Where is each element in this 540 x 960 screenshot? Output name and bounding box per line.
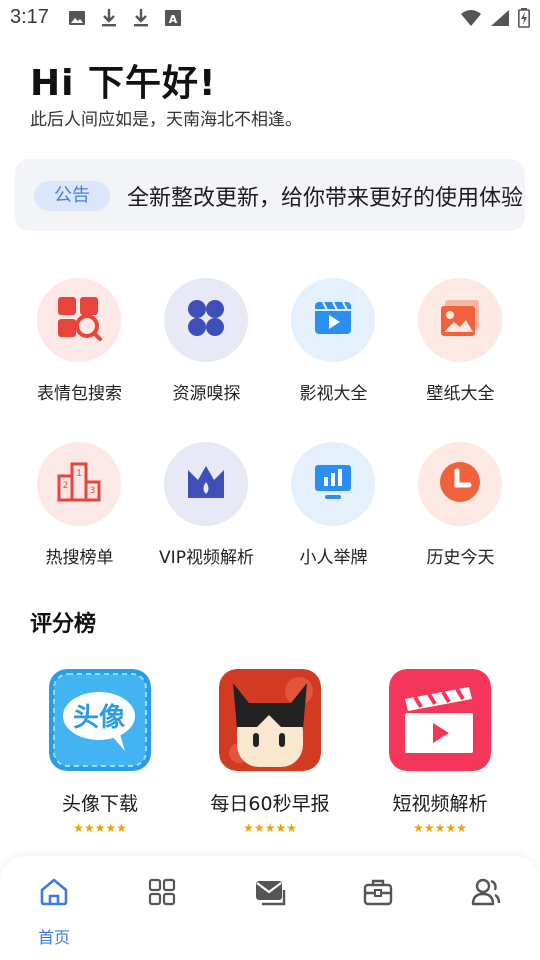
greeting-title: Hi 下午好! bbox=[30, 63, 217, 104]
home-icon bbox=[38, 876, 70, 908]
download-icon bbox=[100, 8, 118, 32]
tool-label: 历史今天 bbox=[426, 548, 495, 568]
crown-icon bbox=[186, 464, 226, 504]
tool-label: 小人举牌 bbox=[299, 548, 368, 568]
tool-label: 壁纸大全 bbox=[426, 384, 495, 404]
clover-icon bbox=[186, 298, 226, 342]
rank-item-name: 短视频解析 bbox=[392, 793, 488, 815]
users-icon bbox=[470, 876, 502, 908]
wifi-icon bbox=[460, 9, 482, 31]
nav-item-categories[interactable] bbox=[108, 856, 216, 960]
svg-text:2: 2 bbox=[63, 481, 69, 491]
tool-label: 热搜榜单 bbox=[45, 548, 114, 568]
rank-section-title: 评分榜 bbox=[30, 612, 97, 637]
notice-banner[interactable]: 公告 全新整改更新，给你带来更好的使用体验 bbox=[15, 159, 525, 231]
avatar-app-icon: 头像 bbox=[49, 669, 151, 771]
star-rating: ★★★★★ bbox=[243, 821, 297, 835]
toolbox-icon bbox=[362, 876, 394, 908]
meme-search-icon bbox=[56, 295, 102, 345]
sign-board-icon bbox=[313, 463, 353, 505]
signal-icon bbox=[490, 9, 510, 31]
svg-text:A: A bbox=[169, 13, 178, 26]
nav-item-home[interactable]: 首页 bbox=[0, 856, 108, 960]
greeting-subtitle: 此后人间应如是，天南海北不相逢。 bbox=[30, 110, 302, 130]
status-bar: 3:17 A bbox=[0, 0, 540, 36]
podium-icon: 1 2 3 bbox=[57, 462, 101, 506]
bottom-nav: 首页 bbox=[0, 856, 540, 960]
clapperboard-app-icon bbox=[389, 669, 491, 771]
battery-charging-icon bbox=[518, 8, 530, 32]
nav-label: 首页 bbox=[37, 928, 70, 947]
grid-icon bbox=[146, 876, 178, 908]
wallpaper-icon bbox=[439, 298, 481, 342]
svg-text:3: 3 bbox=[90, 486, 96, 496]
news-app-icon bbox=[219, 669, 321, 771]
status-time: 3:17 bbox=[10, 6, 49, 28]
tool-label: 资源嗅探 bbox=[172, 384, 241, 404]
star-rating: ★★★★★ bbox=[73, 821, 127, 835]
clock-icon bbox=[439, 461, 481, 507]
home-screen: 3:17 A Hi 下午好! 此后人间应如是，天南海北不相逢。 公告 全新整改更… bbox=[0, 0, 540, 960]
svg-text:1: 1 bbox=[76, 469, 82, 479]
rank-item-name: 每日60秒早报 bbox=[210, 793, 330, 815]
nav-item-profile[interactable] bbox=[432, 856, 540, 960]
download-icon bbox=[132, 8, 150, 32]
image-icon bbox=[68, 9, 86, 31]
video-icon bbox=[313, 298, 353, 342]
font-icon: A bbox=[164, 9, 182, 31]
mail-icon bbox=[254, 876, 286, 908]
tool-label: 影视大全 bbox=[299, 384, 368, 404]
notice-tag: 公告 bbox=[34, 181, 110, 211]
tool-label: VIP视频解析 bbox=[159, 548, 254, 568]
nav-item-messages[interactable] bbox=[216, 856, 324, 960]
star-rating: ★★★★★ bbox=[413, 821, 467, 835]
nav-item-toolbox[interactable] bbox=[324, 856, 432, 960]
tool-label: 表情包搜索 bbox=[37, 384, 122, 404]
rank-item-name: 头像下载 bbox=[61, 793, 138, 815]
avatar-app-icon-text: 头像 bbox=[73, 703, 126, 733]
notice-text: 全新整改更新，给你带来更好的使用体验 bbox=[127, 186, 524, 211]
